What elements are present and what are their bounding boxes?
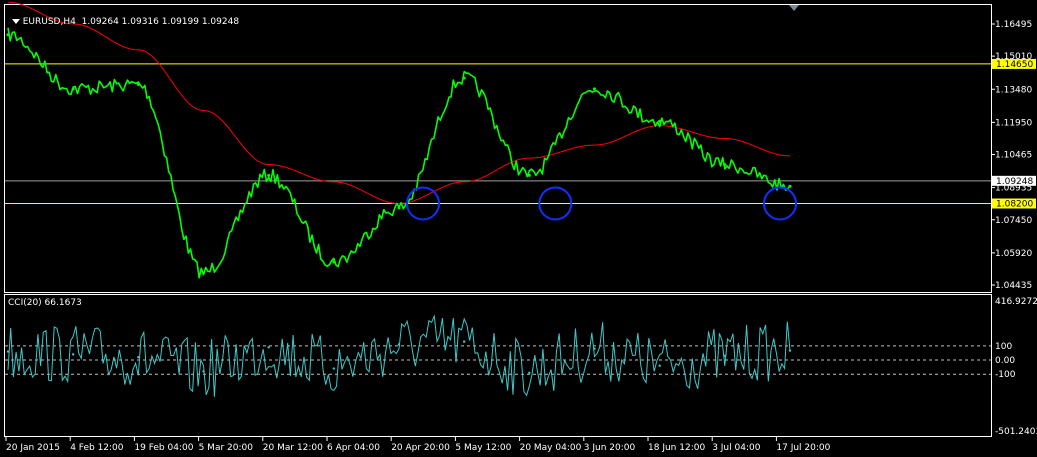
price-point (267, 173, 271, 177)
time-axis-label: 20 Apr 20:00 (391, 443, 450, 453)
time-axis-label: 6 Apr 04:00 (327, 443, 380, 453)
cci-point (593, 347, 596, 350)
cci-point (462, 340, 466, 343)
price-point (788, 184, 792, 188)
price-axis-label: 1.05920 (995, 249, 1032, 259)
current-price-label: 1.09248 (996, 177, 1033, 187)
cci-axis-label: 416.9272 (995, 297, 1037, 307)
cci-axis-label: 100 (995, 342, 1012, 352)
time-axis-label: 20 Mar 12:00 (263, 443, 323, 453)
price-point (527, 173, 531, 177)
cci-point (71, 353, 75, 356)
cci-point (267, 346, 270, 349)
dropdown-triangle-icon[interactable] (11, 19, 20, 24)
price-point (462, 76, 466, 80)
price-point (332, 260, 336, 264)
cci-point (397, 343, 401, 346)
time-axis-label: 3 Jun 20:00 (584, 443, 636, 453)
cci-point (658, 364, 661, 367)
symbol-label: EURUSD,H4 (22, 17, 76, 27)
price-point (202, 271, 205, 275)
price-axis-label: 1.13480 (995, 85, 1032, 95)
cci-point (6, 350, 10, 353)
time-axis-label: 3 Jul 04:00 (712, 443, 761, 453)
cci-axis-label: -100 (995, 370, 1016, 380)
chart-canvas[interactable]: 1.164951.150101.134801.119501.104651.089… (0, 0, 1037, 457)
shift-marker-icon[interactable] (789, 5, 799, 11)
price-point (723, 163, 727, 167)
cci-axis-label: -501.2403 (995, 427, 1037, 437)
price-axis-label: 1.07450 (995, 216, 1032, 226)
cci-point (137, 355, 140, 359)
level-price-label: 1.08200 (996, 200, 1033, 210)
price-axis-label: 1.10465 (995, 151, 1032, 161)
price-axis-label: 1.04435 (995, 281, 1032, 291)
price-point (658, 119, 662, 123)
cci-point (788, 349, 792, 352)
price-axis-label: 1.11950 (995, 118, 1032, 128)
cci-point (528, 371, 531, 374)
level-price-label: 1.14650 (996, 60, 1033, 70)
time-axis-label: 4 Feb 12:00 (70, 443, 124, 453)
cci-title: CCI(20) 66.1673 (8, 298, 82, 308)
cci-point (202, 370, 205, 373)
chart-header: EURUSD,H4 1.09264 1.09316 1.09199 1.0924… (6, 7, 239, 27)
cci-point (723, 354, 727, 357)
time-axis-label: 5 May 12:00 (455, 443, 511, 453)
time-axis-label: 18 Jun 12:00 (648, 443, 705, 453)
time-axis-label: 17 Jul 20:00 (776, 443, 830, 453)
time-axis-label: 20 May 04:00 (520, 443, 582, 453)
cci-point (332, 367, 336, 370)
price-point (136, 82, 140, 86)
time-axis-label: 20 Jan 2015 (6, 443, 60, 453)
chart-background (0, 0, 1037, 457)
price-point (593, 87, 596, 91)
cci-axis-label: 0.00 (995, 356, 1015, 366)
price-point (6, 33, 10, 37)
time-axis-label: 5 Mar 20:00 (199, 443, 254, 453)
ohlc-values: 1.09264 1.09316 1.09199 1.09248 (81, 17, 240, 27)
price-axis-label: 1.16495 (995, 20, 1032, 30)
time-axis-label: 19 Feb 04:00 (134, 443, 193, 453)
price-point (71, 87, 75, 91)
price-point (397, 206, 401, 210)
